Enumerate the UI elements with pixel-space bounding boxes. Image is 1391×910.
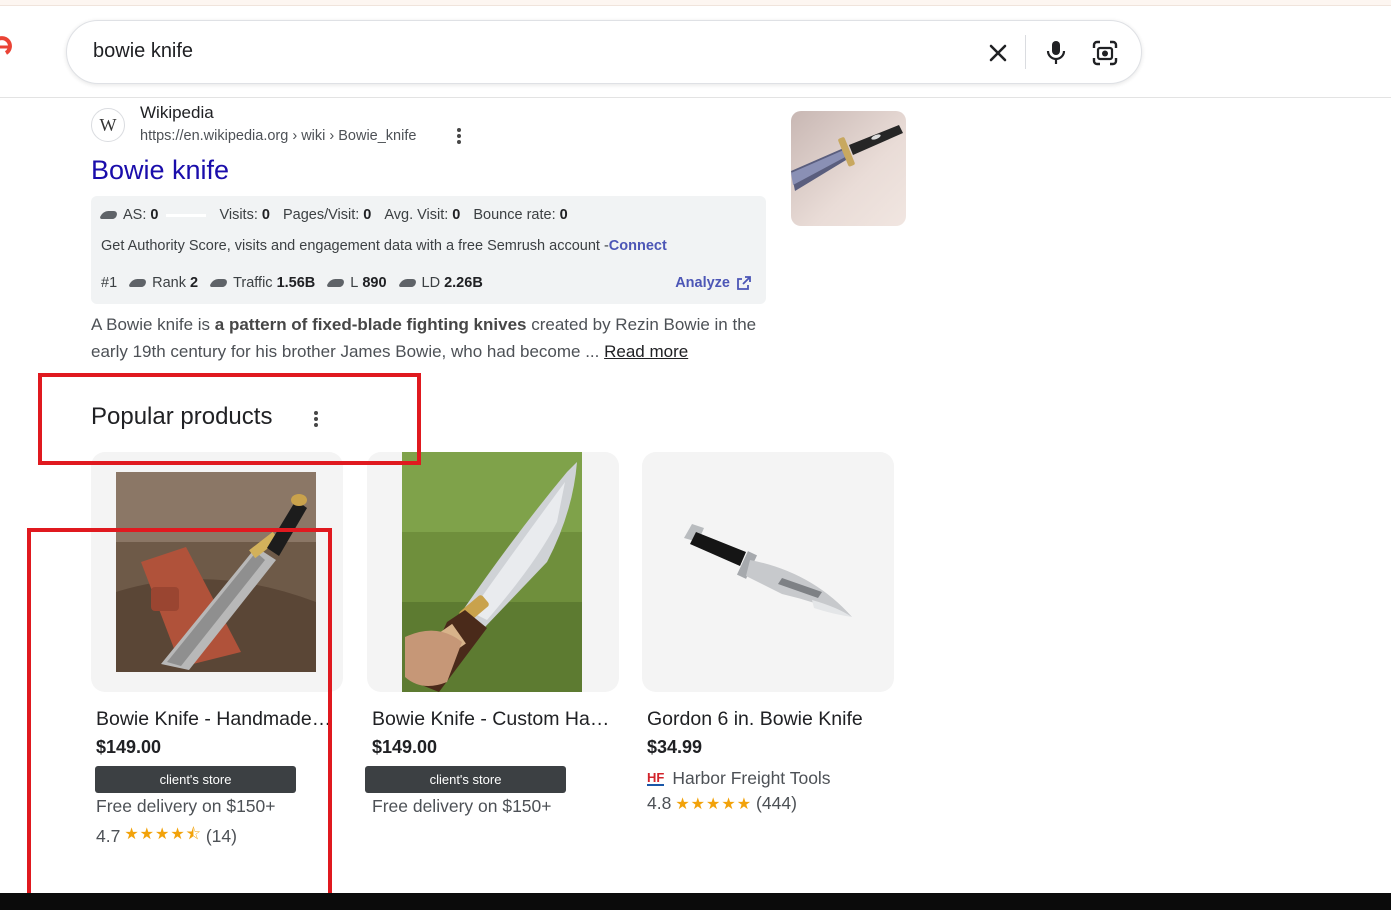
result-thumbnail[interactable] <box>791 111 906 226</box>
delivery-info: Free delivery on $150+ <box>372 796 552 816</box>
semrush-connect-link[interactable]: Connect <box>609 238 667 254</box>
store-badge[interactable]: client's store <box>365 766 566 793</box>
annotation-box-heading <box>38 373 421 465</box>
result-url[interactable]: https://en.wikipedia.org › wiki › Bowie_… <box>140 128 416 144</box>
semrush-metrics-row: AS: 0 Visits: 0 Pages/Visit: 0 Avg. Visit: 0… <box>99 207 581 223</box>
product-name[interactable]: Bowie Knife - Custom Handmade D2/c430 To… <box>367 704 612 734</box>
semrush-analyze-link[interactable]: Analyze <box>675 275 752 291</box>
as-bar <box>166 213 207 217</box>
search-box[interactable]: bowie knife <box>66 20 1142 84</box>
product-card[interactable]: Gordon 6 in. Bowie Knife $34.99 HF Harbo… <box>642 452 894 814</box>
microphone-icon[interactable] <box>1040 37 1072 69</box>
result-more-options-icon[interactable] <box>453 127 465 147</box>
product-name[interactable]: Gordon 6 in. Bowie Knife <box>642 704 887 734</box>
semrush-rank-row: #1 Rank 2 Traffic 1.56B L 890 LD 2.26B <box>101 275 483 291</box>
semrush-icon <box>326 279 347 287</box>
semrush-promo-row: Get Authority Score, visits and engageme… <box>101 238 667 254</box>
search-input[interactable]: bowie knife <box>93 40 193 63</box>
product-image[interactable] <box>367 452 619 692</box>
search-divider <box>1025 35 1026 69</box>
header-divider <box>0 97 1391 98</box>
google-logo-fragment[interactable] <box>0 34 12 60</box>
semrush-promo-text: Get Authority Score, visits and engageme… <box>101 238 609 254</box>
read-more-link[interactable]: Read more <box>604 342 688 361</box>
wikipedia-favicon[interactable]: W <box>91 108 125 142</box>
semrush-icon <box>397 279 418 287</box>
result-title-link[interactable]: Bowie knife <box>91 155 229 186</box>
result-site-name[interactable]: Wikipedia <box>140 103 214 123</box>
google-lens-icon[interactable] <box>1089 37 1121 69</box>
product-card[interactable]: Bowie Knife - Custom Handmade D2/c430 To… <box>365 452 619 817</box>
annotation-box-product <box>27 528 332 909</box>
product-price: $34.99 <box>647 737 703 757</box>
semrush-icon <box>209 279 229 287</box>
product-image[interactable] <box>642 452 894 692</box>
top-strip <box>0 0 1391 6</box>
harbor-freight-logo: HF <box>647 770 665 786</box>
merchant[interactable]: HF Harbor Freight Tools <box>642 768 894 789</box>
semrush-position: #1 <box>101 275 118 291</box>
semrush-icon <box>99 211 119 219</box>
semrush-icon <box>128 279 149 287</box>
product-rating: 4.8 ★★★★★ (444) <box>647 793 797 813</box>
result-snippet: A Bowie knife is a pattern of fixed-blad… <box>91 315 757 361</box>
bottom-bar <box>0 893 1391 910</box>
star-icons: ★★★★★ <box>675 795 753 813</box>
clear-search-icon[interactable] <box>982 37 1014 69</box>
semrush-panel: AS: 0 Visits: 0 Pages/Visit: 0 Avg. Visit: 0… <box>91 196 766 304</box>
product-price: $149.00 <box>372 737 438 757</box>
external-link-icon <box>737 276 751 290</box>
